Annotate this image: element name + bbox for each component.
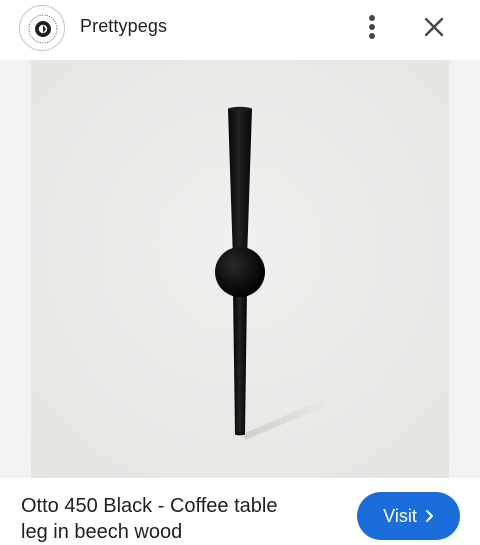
close-button[interactable] [414, 8, 454, 46]
preview-footer: Otto 450 Black - Coffee table leg in bee… [0, 478, 480, 545]
product-title-line-2: leg in beech wood [21, 521, 183, 543]
visit-label: Visit [383, 505, 417, 526]
more-vertical-icon [369, 15, 375, 39]
image-container [0, 60, 480, 478]
product-title[interactable]: Otto 450 Black - Coffee table leg in bee… [21, 493, 341, 545]
chevron-right-icon [425, 509, 434, 523]
coffee-table-leg-illustration [31, 60, 449, 478]
site-name: Prettypegs [80, 16, 168, 36]
more-options-button[interactable] [356, 8, 388, 46]
product-preview-sheet: Prettypegs Otto 450 Black - Coffee table… [0, 0, 480, 545]
product-title-line-1: Otto 450 Black - Coffee table [21, 495, 278, 517]
site-logo[interactable] [19, 5, 65, 51]
preview-header: Prettypegs [0, 0, 480, 56]
visit-button[interactable]: Visit [357, 492, 460, 540]
prettypegs-logo-icon [28, 14, 58, 44]
product-image[interactable] [31, 60, 449, 478]
close-icon [424, 17, 444, 37]
